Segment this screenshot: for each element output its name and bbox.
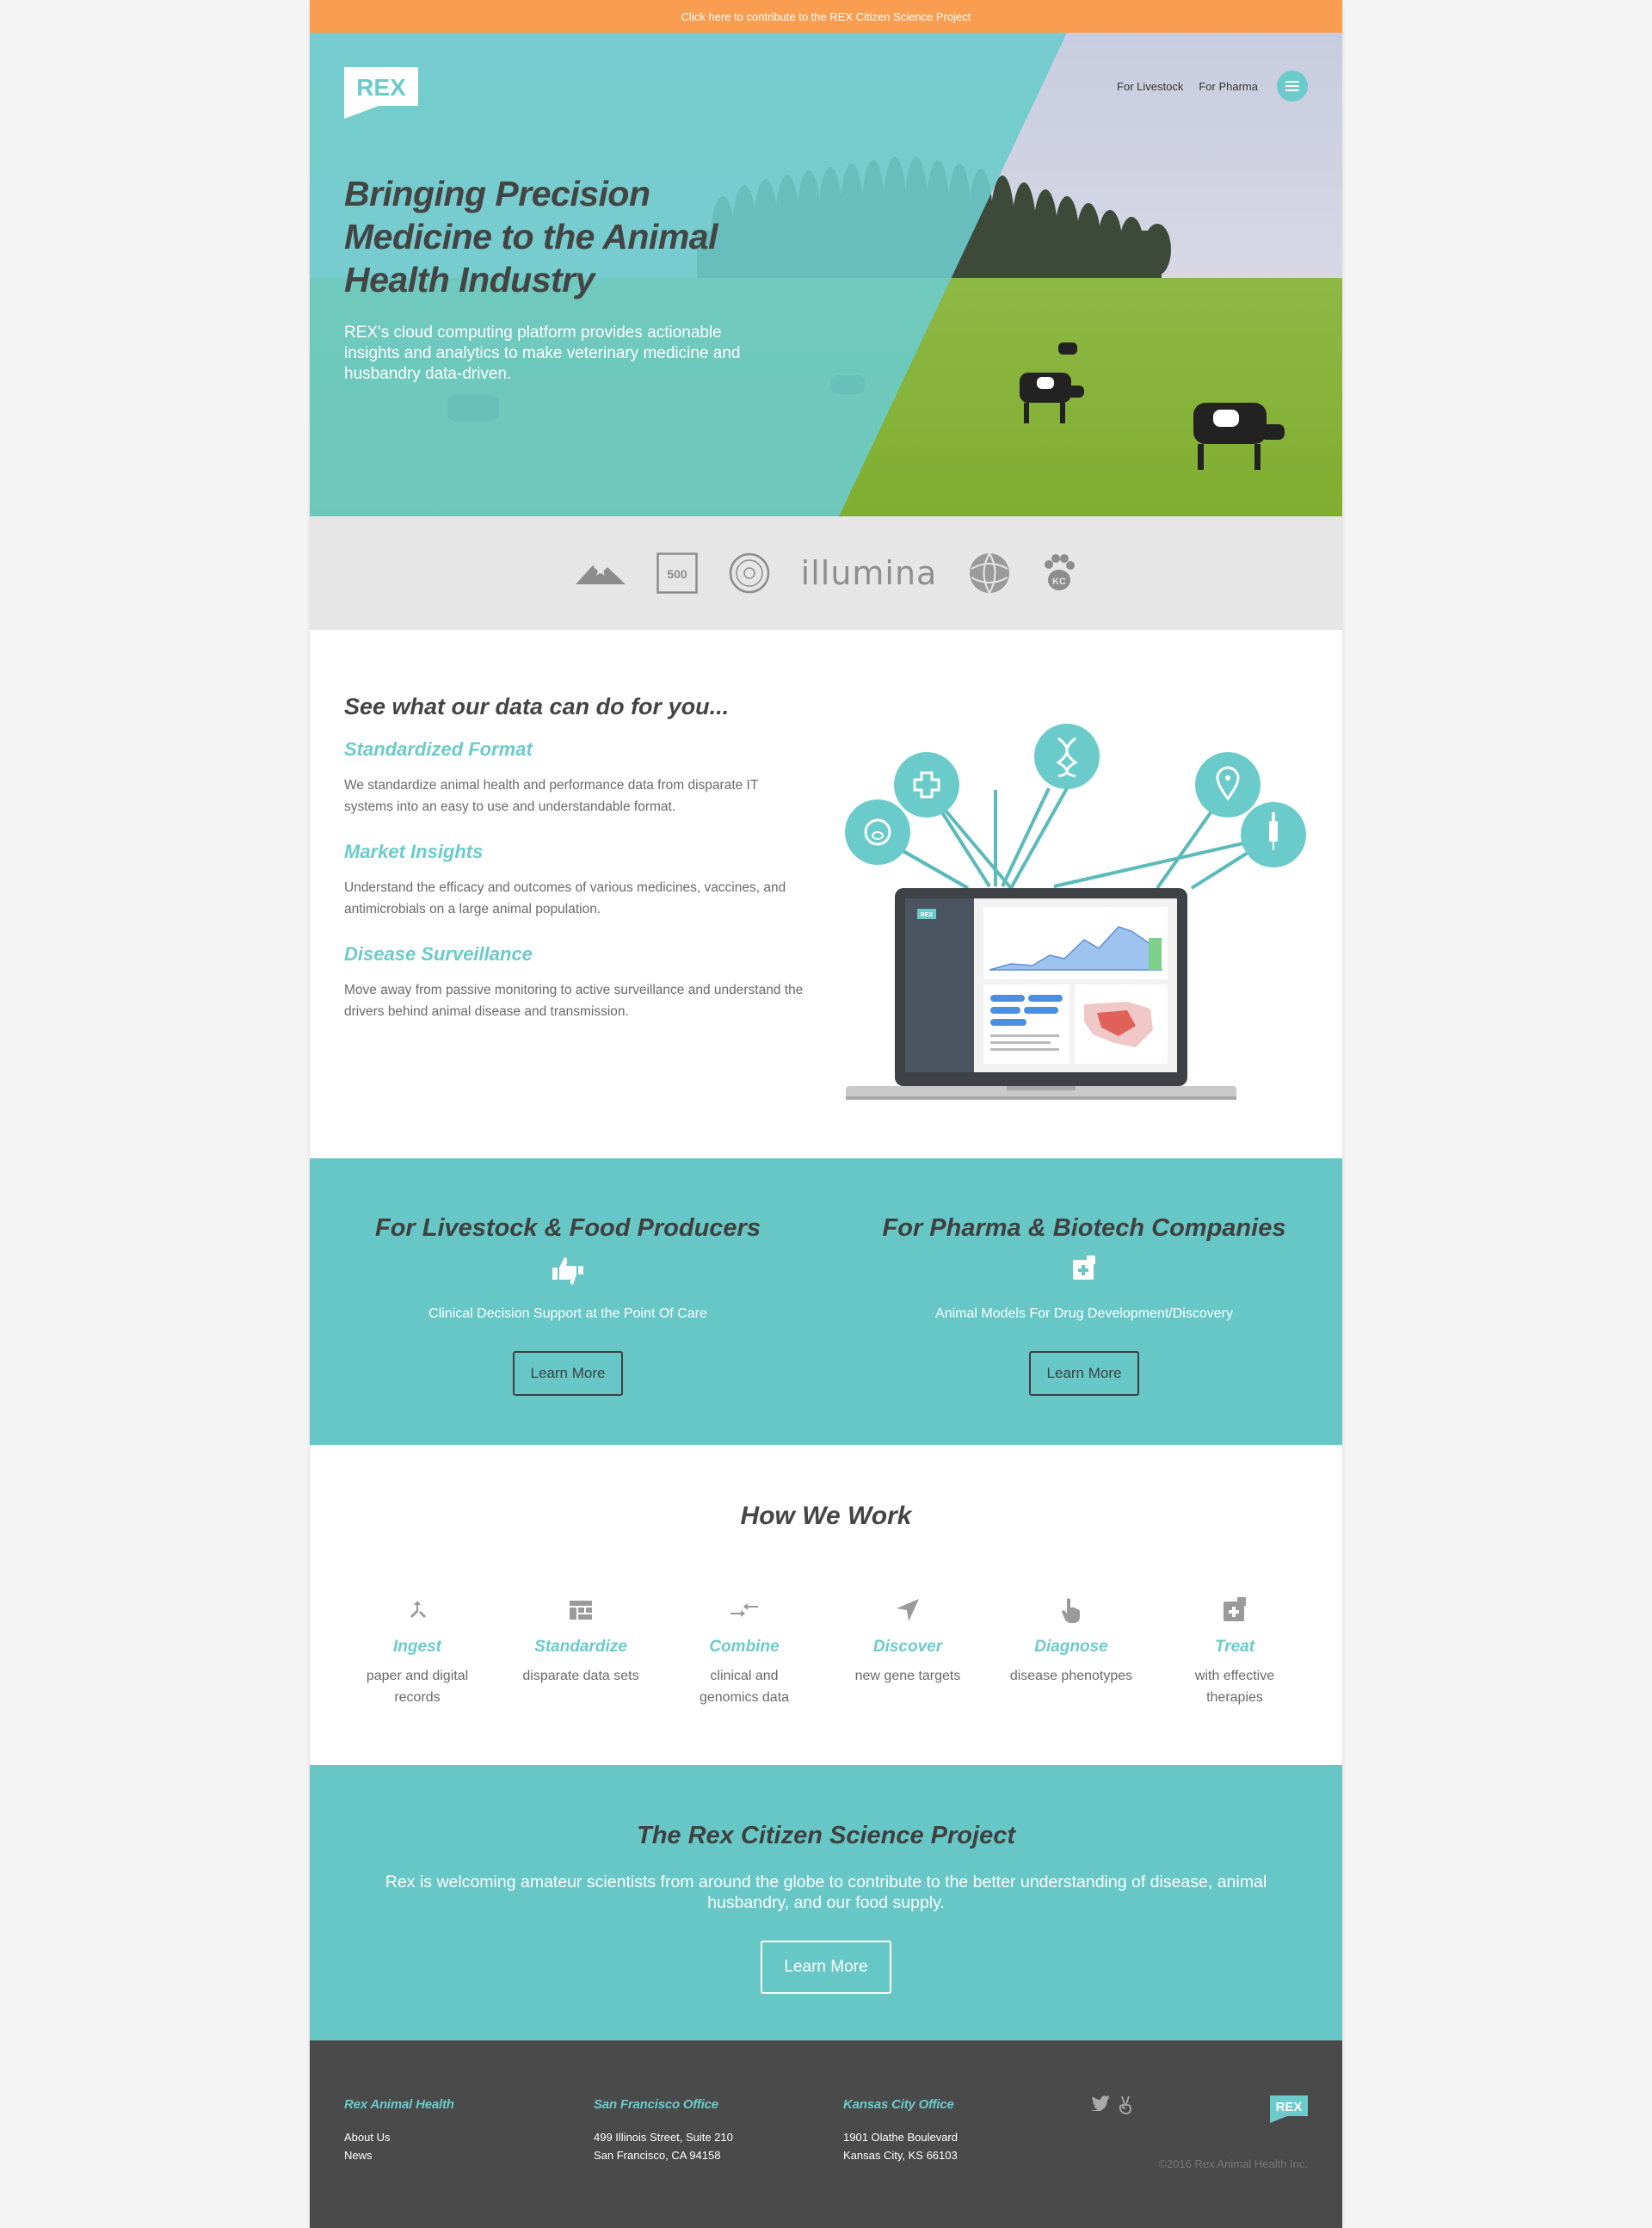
data-platform-diagram: REX — [845, 724, 1306, 1100]
audience-livestock: For Livestock & Food Producers Clinical … — [310, 1158, 826, 1445]
footer-address-line: 499 Illinois Street, Suite 210 — [594, 2131, 733, 2144]
500-logo: 500 — [656, 552, 698, 594]
pharma-learn-more-button[interactable]: Learn More — [1029, 1351, 1139, 1396]
step-title: Standardize — [534, 1638, 627, 1656]
pig-icon — [845, 799, 910, 865]
audience-pharma-title: For Pharma & Biotech Companies — [882, 1214, 1286, 1242]
thumbs-up-down-icon — [310, 1256, 826, 1287]
location-pin-icon — [1195, 752, 1261, 818]
angellist-icon[interactable] — [1119, 2095, 1132, 2114]
footer-col-sf-office: San Francisco Office 499 Illinois Street… — [594, 2097, 733, 2164]
dna-icon — [1034, 724, 1100, 789]
step-title: Discover — [872, 1638, 943, 1656]
step-text: clinical and genomics data — [699, 1669, 790, 1705]
citizen-heading: The Rex Citizen Science Project — [637, 1822, 1015, 1849]
medical-plus-icon — [1153, 1593, 1316, 1627]
step-title: Ingest — [393, 1638, 441, 1656]
main-nav: For Livestock For Pharma — [1117, 71, 1308, 102]
hamburger-menu-icon[interactable] — [1277, 71, 1308, 102]
steps-list: Ingest paper and digital records Standar… — [336, 1593, 1316, 1708]
how-we-work-heading: How We Work — [740, 1502, 912, 1530]
page: Click here to contribute to the REX Citi… — [310, 0, 1342, 2228]
step-text: new gene targets — [854, 1669, 961, 1683]
hero: REX For Livestock For Pharma Bringing Pr… — [310, 33, 1342, 516]
feature-text-market: Understand the efficacy and outcomes of … — [344, 880, 786, 917]
footer-col-title: San Francisco Office — [594, 2097, 718, 2112]
navigation-arrow-icon — [826, 1593, 989, 1627]
twitter-icon[interactable] — [1091, 2095, 1110, 2111]
citizen-science-banner[interactable]: Click here to contribute to the REX Citi… — [310, 0, 1342, 33]
seal-logo — [729, 552, 769, 594]
audience-pharma: For Pharma & Biotech Companies Animal Mo… — [826, 1158, 1342, 1445]
rex-logo[interactable]: REX — [344, 67, 418, 119]
feature-title-disease: Disease Surveillance — [344, 943, 533, 965]
illumina-logo: illumina — [800, 554, 938, 592]
step-ingest: Ingest paper and digital records — [336, 1593, 499, 1708]
paw-kc-logo: KC — [1045, 554, 1076, 590]
copyright: ©2016 Rex Animal Health Inc. — [1158, 2157, 1308, 2170]
svg-text:REX: REX — [1276, 2100, 1303, 2114]
step-text: paper and digital records — [366, 1669, 469, 1705]
feature-title-market: Market Insights — [344, 841, 484, 862]
svg-text:KC: KC — [1052, 577, 1066, 587]
social-links — [1091, 2095, 1132, 2114]
grid-layout-icon — [499, 1593, 663, 1627]
syringe-icon — [1241, 802, 1306, 867]
step-treat: Treat with effective therapies — [1153, 1593, 1316, 1708]
step-diagnose: Diagnose disease phenotypes — [989, 1593, 1153, 1708]
livestock-learn-more-button[interactable]: Learn More — [513, 1351, 623, 1396]
footer: Rex Animal Health About Us News San Fran… — [310, 2040, 1342, 2228]
feature-text-disease: Move away from passive monitoring to act… — [344, 983, 804, 1019]
pointer-hand-icon — [989, 1593, 1153, 1627]
how-we-work-section: How We Work Ingest paper and digital rec… — [310, 1445, 1342, 1765]
step-text: disease phenotypes — [1009, 1669, 1133, 1683]
footer-address-line: Kansas City, KS 66103 — [843, 2149, 958, 2162]
citizen-learn-more-button[interactable]: Learn More — [761, 1941, 891, 1994]
step-title: Combine — [709, 1638, 780, 1656]
citizen-text: Rex is welcoming amateur scientists from… — [385, 1873, 1267, 1912]
step-discover: Discover new gene targets — [826, 1593, 989, 1708]
step-title: Treat — [1214, 1638, 1255, 1656]
step-combine: Combine clinical and genomics data — [663, 1593, 826, 1708]
banner-text[interactable]: Click here to contribute to the REX Citi… — [681, 10, 971, 23]
logo-text: REX — [356, 74, 406, 101]
mountain-logo — [575, 562, 626, 584]
audience-pharma-text: Animal Models For Drug Development/Disco… — [935, 1306, 1233, 1321]
svg-text:REX: REX — [921, 912, 934, 918]
nav-for-livestock[interactable]: For Livestock — [1117, 80, 1183, 93]
footer-col-kc-office: Kansas City Office 1901 Olathe Boulevard… — [843, 2097, 958, 2164]
step-text: disparate data sets — [522, 1669, 639, 1683]
hero-subtitle: REX's cloud computing platform provides … — [344, 324, 741, 383]
nav-for-pharma[interactable]: For Pharma — [1199, 80, 1258, 93]
step-standardize: Standardize disparate data sets — [499, 1593, 663, 1708]
hero-title: Bringing Precision Medicine to the Anima… — [344, 174, 718, 299]
step-title: Diagnose — [1034, 1638, 1108, 1656]
audience-livestock-title: For Livestock & Food Producers — [375, 1214, 761, 1242]
features-section: See what our data can do for you... Stan… — [310, 630, 1342, 1158]
medical-cross-icon — [894, 752, 959, 818]
footer-link-news[interactable]: News — [344, 2146, 454, 2164]
audience-section: For Livestock & Food Producers Clinical … — [310, 1158, 1342, 1445]
partner-logos: 500 illumina KC — [310, 516, 1342, 630]
footer-col-company: Rex Animal Health About Us News — [344, 2097, 454, 2164]
footer-address-line: San Francisco, CA 94158 — [594, 2149, 721, 2162]
feature-text-standardized: We standardize animal health and perform… — [344, 778, 759, 814]
swap-arrows-icon — [663, 1593, 826, 1627]
medical-plus-icon — [826, 1256, 1342, 1281]
feature-title-standardized: Standardized Format — [344, 738, 533, 760]
footer-rex-logo[interactable]: REX — [1270, 2095, 1308, 2123]
step-text: with effective therapies — [1194, 1669, 1275, 1705]
features-heading: See what our data can do for you... — [344, 694, 730, 719]
merge-arrow-icon — [336, 1593, 499, 1627]
globe-logo — [970, 552, 1010, 594]
footer-address-line: 1901 Olathe Boulevard — [843, 2131, 958, 2144]
footer-col-title: Kansas City Office — [843, 2097, 954, 2112]
laptop: REX — [846, 888, 1236, 1100]
citizen-science-section: The Rex Citizen Science Project Rex is w… — [310, 1765, 1342, 2040]
footer-col-title: Rex Animal Health — [344, 2097, 454, 2112]
footer-link-about[interactable]: About Us — [344, 2128, 454, 2146]
audience-livestock-text: Clinical Decision Support at the Point O… — [428, 1306, 707, 1321]
svg-text:500: 500 — [667, 567, 687, 581]
